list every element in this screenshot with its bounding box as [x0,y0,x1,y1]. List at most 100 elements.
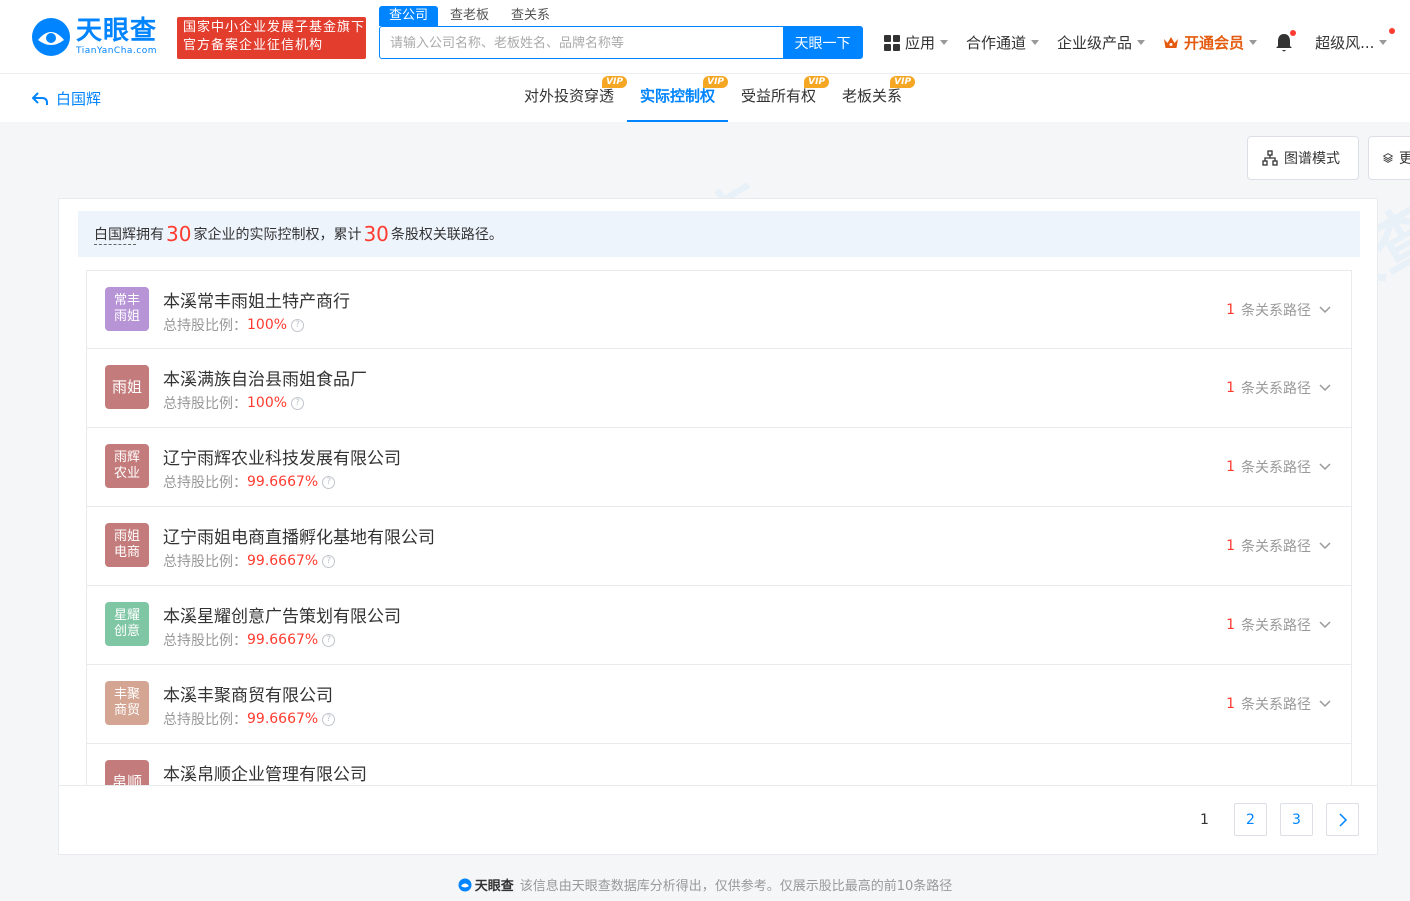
company-share: 总持股比例： 99.6667%? [163,709,336,729]
back-arrow-icon [32,91,48,105]
company-name[interactable]: 本溪星耀创意广告策划有限公司 [163,602,401,627]
vip-badge: VIP [890,76,916,88]
help-icon[interactable]: ? [291,396,305,410]
company-name[interactable]: 本溪丰聚商贸有限公司 [163,681,333,706]
help-icon[interactable]: ? [322,475,336,489]
company-name[interactable]: 辽宁雨辉农业科技发展有限公司 [163,444,401,469]
layers-mode-button[interactable]: 更 [1368,136,1410,180]
path-count: 1 [1226,302,1235,318]
nav-channel[interactable]: 合作通道 [966,32,1040,53]
back-link[interactable]: 白国辉 [32,88,101,109]
tab-beneficial-ownership[interactable]: 受益所有权 VIP [728,74,830,122]
control-list-card: 白国辉 拥有 30 家企业的实际控制权，累计 30 条股权关联路径。 常丰雨姐本… [58,198,1378,786]
page-2[interactable]: 2 [1234,803,1267,836]
footer-logo: 天眼查 [458,875,514,894]
path-label: 条关系路径 [1241,539,1311,555]
tab-boss-relation[interactable]: 老板关系 VIP [829,74,916,122]
search-box: 天眼一下 [379,26,863,59]
caret-down-icon [1031,40,1040,45]
tab-investment[interactable]: 对外投资穿透 VIP [511,74,628,122]
nav-vip-label: 开通会员 [1184,34,1245,52]
tab-actual-control[interactable]: 实际控制权 VIP [627,74,729,122]
search-tab-relation[interactable]: 查关系 [501,6,560,26]
gov-badge: 国家中小企业发展子基金旗下 官方备案企业征信机构 [177,17,366,59]
layers-mode-label: 更 [1399,151,1410,167]
help-icon[interactable]: ? [322,712,336,726]
company-name[interactable]: 本溪满族自治县雨姐食品厂 [163,365,367,390]
tab-label: 实际控制权 [640,87,716,105]
chevron-down-icon [1319,542,1331,550]
company-name[interactable]: 辽宁雨姐电商直播孵化基地有限公司 [163,523,435,548]
company-name[interactable]: 本溪帛顺企业管理有限公司 [163,760,367,785]
help-icon[interactable]: ? [291,318,305,332]
company-avatar: 雨辉农业 [105,444,149,488]
path-label: 条关系路径 [1241,303,1311,319]
vip-badge: VIP [703,76,729,88]
search-tabs: 查公司 查老板 查关系 [379,6,562,26]
search-button[interactable]: 天眼一下 [783,27,862,58]
summary-person[interactable]: 白国辉 [94,224,136,245]
company-name[interactable]: 本溪常丰雨姐土特产商行 [163,287,350,312]
nav-user[interactable]: 超级风... [1315,28,1396,53]
graph-mode-button[interactable]: 图谱模式 [1247,136,1359,180]
share-percent: 99.6667% [247,474,319,490]
graph-icon [1262,150,1278,166]
page-1[interactable]: 1 [1188,803,1221,836]
nav-apps[interactable]: 应用 [884,32,949,53]
company-avatar: 雨姐 [105,365,149,409]
next-page-button[interactable] [1326,803,1359,836]
company-row[interactable]: 丰聚商贸 本溪丰聚商贸有限公司 总持股比例： 99.6667%? 1 条关系路径 [86,665,1352,744]
company-avatar: 星耀创意 [105,602,149,646]
share-percent: 99.6667% [247,553,319,569]
summary-mid: 家企业的实际控制权，累计 [193,227,362,243]
company-row[interactable]: 常丰雨姐 本溪常丰雨姐土特产商行 总持股比例： 100%? 1 条关系路径 [86,270,1352,349]
company-row[interactable]: 雨姐电商 辽宁雨姐电商直播孵化基地有限公司总持股比例： 99.6667%? 1 条关系路… [86,507,1352,586]
share-label: 总持股比例： [163,554,247,570]
company-row[interactable]: 星耀创意 本溪星耀创意广告策划有限公司总持股比例： 99.6667%? 1 条关系路径 [86,586,1352,665]
top-nav: 应用 合作通道 企业级产品 开通会员 超级风... [884,28,1405,53]
page-3[interactable]: 3 [1280,803,1313,836]
path-count: 1 [1226,696,1235,712]
graph-mode-label: 图谱模式 [1284,151,1340,167]
search-tab-company[interactable]: 查公司 [379,6,439,26]
chevron-down-icon [1319,384,1331,392]
path-label: 条关系路径 [1241,697,1311,713]
company-row[interactable]: 帛顺 本溪帛顺企业管理有限公司 [86,744,1352,785]
pagination: 1 2 3 [1175,803,1359,836]
relation-path-toggle[interactable]: 1 条关系路径 [1226,457,1331,477]
tab-label: 受益所有权 [741,87,817,105]
path-label: 条关系路径 [1241,460,1311,476]
share-label: 总持股比例： [163,712,247,728]
company-row[interactable]: 雨姐 本溪满族自治县雨姐食品厂 总持股比例： 100%? 1 条关系路径 [86,349,1352,428]
company-row[interactable]: 雨辉农业 辽宁雨辉农业科技发展有限公司总持股比例： 99.6667%? 1 条关系路径 [86,428,1352,507]
help-icon[interactable]: ? [322,554,336,568]
notification-dot [1290,29,1297,36]
chevron-right-icon [1338,812,1347,827]
summary-own: 拥有 [136,227,164,243]
notification-bell-icon[interactable] [1275,29,1297,53]
relation-path-toggle[interactable]: 1 条关系路径 [1226,536,1331,556]
search-tab-boss[interactable]: 查老板 [440,6,499,26]
relation-path-toggle[interactable]: 1 条关系路径 [1226,300,1331,320]
top-header: 天眼查 TianYanCha.com 国家中小企业发展子基金旗下 官方备案企业征… [0,0,1410,74]
search-input[interactable] [380,27,783,58]
company-share: 总持股比例： 99.6667%? [163,551,336,571]
chevron-down-icon [1319,463,1331,471]
relation-path-toggle[interactable]: 1 条关系路径 [1226,615,1331,635]
relation-path-toggle[interactable]: 1 条关系路径 [1226,378,1331,398]
share-percent: 99.6667% [247,711,319,727]
company-avatar: 雨姐电商 [105,523,149,567]
relation-path-toggle[interactable]: 1 条关系路径 [1226,694,1331,714]
nav-vip[interactable]: 开通会员 [1163,32,1258,53]
summary-bar: 白国辉 拥有 30 家企业的实际控制权，累计 30 条股权关联路径。 [78,211,1360,257]
company-share: 总持股比例： 100%? [163,315,305,335]
company-share: 总持股比例： 99.6667%? [163,472,336,492]
help-icon[interactable]: ? [322,633,336,647]
nav-enterprise[interactable]: 企业级产品 [1057,32,1146,53]
vip-badge: VIP [602,76,628,88]
caret-down-icon [1249,40,1258,45]
logo[interactable]: 天眼查 TianYanCha.com [30,14,170,60]
gov-badge-line2: 官方备案企业征信机构 [183,38,324,53]
company-share: 总持股比例： 99.6667%? [163,630,336,650]
gov-badge-line1: 国家中小企业发展子基金旗下 [183,20,366,35]
